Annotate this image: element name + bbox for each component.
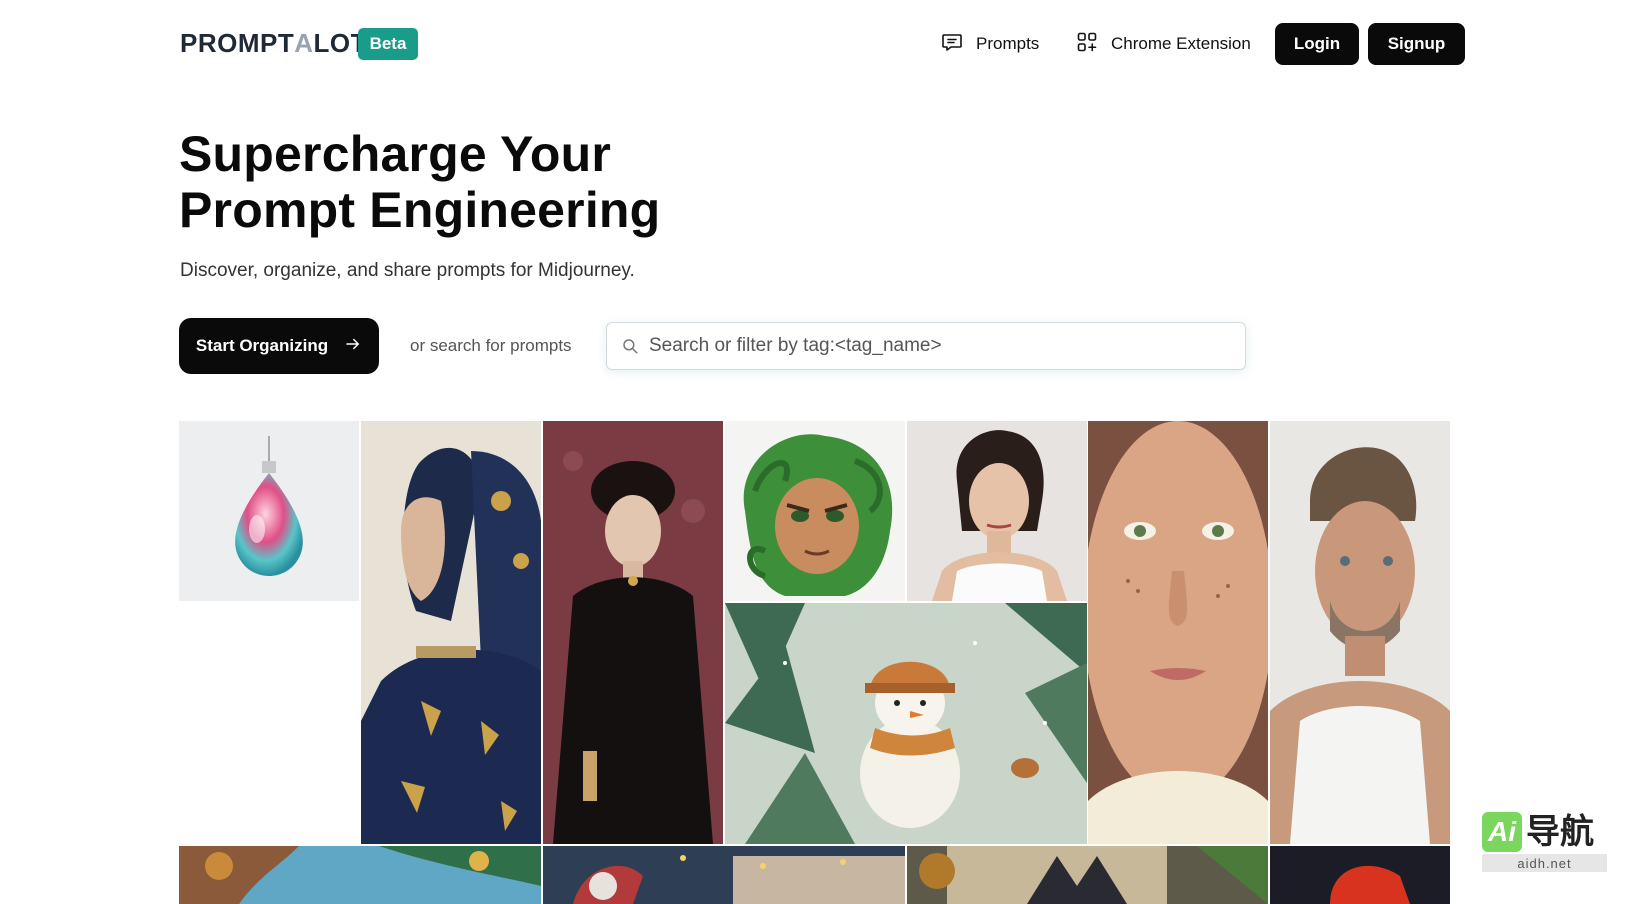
- search-icon: [623, 339, 638, 354]
- page: PROMPT A LOT Beta Prompts Chrome Extensi…: [0, 0, 1638, 904]
- logo-text-a: A: [294, 28, 314, 58]
- watermark-ai-logo: Ai: [1482, 812, 1522, 852]
- gallery-image[interactable]: [179, 421, 359, 601]
- or-search-text: or search for prompts: [410, 336, 572, 355]
- header: PROMPT A LOT Beta Prompts Chrome Extensi…: [0, 0, 1638, 88]
- watermark-url: aidh.net: [1482, 854, 1607, 872]
- man-tank-top-image: [1270, 421, 1450, 844]
- gallery-image[interactable]: [725, 603, 1087, 844]
- start-organizing-label: Start Organizing: [195, 336, 329, 355]
- hero-title-line-2: Prompt Engineering: [179, 182, 661, 238]
- gallery-image[interactable]: [725, 421, 905, 601]
- search-input[interactable]: [649, 326, 1245, 366]
- login-button[interactable]: Login: [1275, 23, 1359, 65]
- gallery-image[interactable]: [907, 846, 1268, 904]
- gallery-image[interactable]: [543, 421, 723, 844]
- nav-chrome-extension-link[interactable]: Chrome Extension: [1075, 30, 1251, 58]
- nav-prompts-label: Prompts: [976, 34, 1040, 53]
- woman-white-top-image: [907, 421, 1087, 601]
- freckled-woman-image: [1088, 421, 1268, 844]
- victorian-woman-portrait-image: [543, 421, 723, 844]
- tree-landscape-image: [179, 846, 541, 904]
- watermark-title: 导航: [1526, 812, 1594, 852]
- gallery-image[interactable]: [179, 846, 541, 904]
- gallery-image[interactable]: [1270, 846, 1450, 904]
- nav-prompts-link[interactable]: Prompts: [940, 30, 1039, 58]
- fox-painting-image: [907, 846, 1268, 904]
- hero-title-line-1: Supercharge Your: [179, 126, 612, 182]
- extension-grid-icon: [1075, 30, 1099, 59]
- gallery-image[interactable]: [1088, 421, 1268, 844]
- hero-title: Supercharge Your Prompt Engineering: [179, 126, 660, 238]
- watermark: Ai 导航 aidh.net: [1482, 808, 1607, 874]
- gallery-image[interactable]: [361, 421, 541, 844]
- hero-subtitle: Discover, organize, and share prompts fo…: [180, 260, 635, 281]
- logo[interactable]: PROMPT A LOT: [180, 28, 367, 59]
- mosaic-woman-portrait-image: [361, 421, 541, 844]
- green-hair-character-image: [725, 421, 905, 601]
- chat-bubble-icon: [940, 30, 964, 59]
- arrow-right-icon: [344, 335, 362, 358]
- gallery-image[interactable]: [907, 421, 1087, 601]
- snowman-forest-image: [725, 603, 1087, 844]
- nav-extension-label: Chrome Extension: [1111, 34, 1251, 53]
- search-box[interactable]: [606, 322, 1246, 370]
- start-organizing-button[interactable]: Start Organizing: [179, 318, 379, 374]
- signup-button[interactable]: Signup: [1368, 23, 1465, 65]
- logo-text-prompt: PROMPT: [180, 28, 295, 58]
- glass-ornament-image: [179, 421, 359, 601]
- beta-badge: Beta: [358, 28, 418, 60]
- red-object-image: [1270, 846, 1450, 904]
- holiday-street-image: [543, 846, 905, 904]
- gallery-image[interactable]: [543, 846, 905, 904]
- gallery-image[interactable]: [1270, 421, 1450, 844]
